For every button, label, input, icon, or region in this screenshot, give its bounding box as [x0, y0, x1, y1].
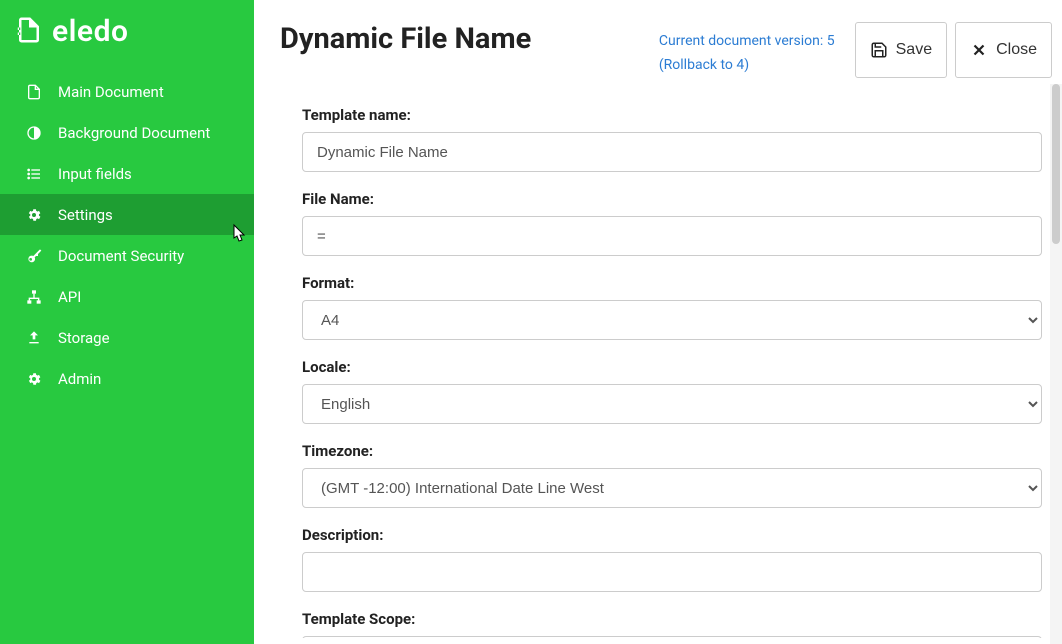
sidebar-item-label: Background Document — [58, 124, 210, 142]
contrast-icon — [24, 125, 44, 141]
sidebar-item-main-document[interactable]: Main Document — [0, 71, 254, 112]
close-icon — [970, 41, 988, 59]
description-label: Description — [302, 526, 1042, 544]
sidebar-item-settings[interactable]: Settings — [0, 194, 254, 235]
close-button[interactable]: Close — [955, 22, 1052, 78]
save-icon — [870, 41, 888, 59]
sidebar-item-label: Input fields — [58, 165, 132, 183]
upload-icon — [24, 330, 44, 346]
sidebar-item-input-fields[interactable]: Input fields — [0, 153, 254, 194]
list-icon — [24, 166, 44, 182]
gear-icon — [24, 207, 44, 223]
version-info: Current document version: 5 (Rollback to… — [659, 22, 835, 78]
document-icon — [24, 84, 44, 100]
version-link[interactable]: Current document version: 5 — [659, 33, 835, 49]
sidebar-item-label: Main Document — [58, 83, 164, 101]
sidebar-item-label: API — [58, 288, 81, 306]
gear-icon — [24, 371, 44, 387]
timezone-label: Timezone — [302, 442, 1042, 460]
format-label: Format — [302, 274, 1042, 292]
page-title: Dynamic File Name — [280, 22, 659, 56]
template-scope-select[interactable]: Private — [302, 636, 1042, 638]
sidebar-item-storage[interactable]: Storage — [0, 317, 254, 358]
template-name-label: Template name — [302, 106, 1042, 124]
sitemap-icon — [24, 289, 44, 305]
sidebar-item-label: Storage — [58, 329, 110, 347]
description-input[interactable] — [302, 552, 1042, 592]
template-scope-label: Template Scope — [302, 610, 1042, 628]
logo: eledo — [0, 0, 254, 71]
header: Dynamic File Name Current document versi… — [254, 0, 1062, 78]
close-button-label: Close — [996, 41, 1037, 59]
save-button[interactable]: Save — [855, 22, 947, 78]
locale-select[interactable]: English — [302, 384, 1042, 424]
form-area: Template name File Name Format A4 Locale… — [254, 78, 1062, 638]
sidebar-item-label: Settings — [58, 206, 113, 224]
sidebar-item-background-document[interactable]: Background Document — [0, 112, 254, 153]
file-name-label: File Name — [302, 190, 1042, 208]
sidebar-item-label: Admin — [58, 370, 101, 388]
key-icon — [24, 248, 44, 264]
locale-label: Locale — [302, 358, 1042, 376]
sidebar-nav: Main Document Background Document Input … — [0, 71, 254, 399]
rollback-link[interactable]: (Rollback to 4) — [659, 57, 749, 73]
format-select[interactable]: A4 — [302, 300, 1042, 340]
logo-icon — [14, 15, 44, 49]
file-name-input[interactable] — [302, 216, 1042, 256]
save-button-label: Save — [896, 41, 932, 59]
main-content: Dynamic File Name Current document versi… — [254, 0, 1062, 644]
sidebar-item-api[interactable]: API — [0, 276, 254, 317]
sidebar-item-label: Document Security — [58, 247, 184, 265]
template-name-input[interactable] — [302, 132, 1042, 172]
timezone-select[interactable]: (GMT -12:00) International Date Line Wes… — [302, 468, 1042, 508]
scrollbar-thumb[interactable] — [1052, 84, 1060, 244]
sidebar-item-admin[interactable]: Admin — [0, 358, 254, 399]
sidebar: eledo Main Document Background Document … — [0, 0, 254, 644]
sidebar-item-document-security[interactable]: Document Security — [0, 235, 254, 276]
logo-text: eledo — [52, 14, 128, 49]
